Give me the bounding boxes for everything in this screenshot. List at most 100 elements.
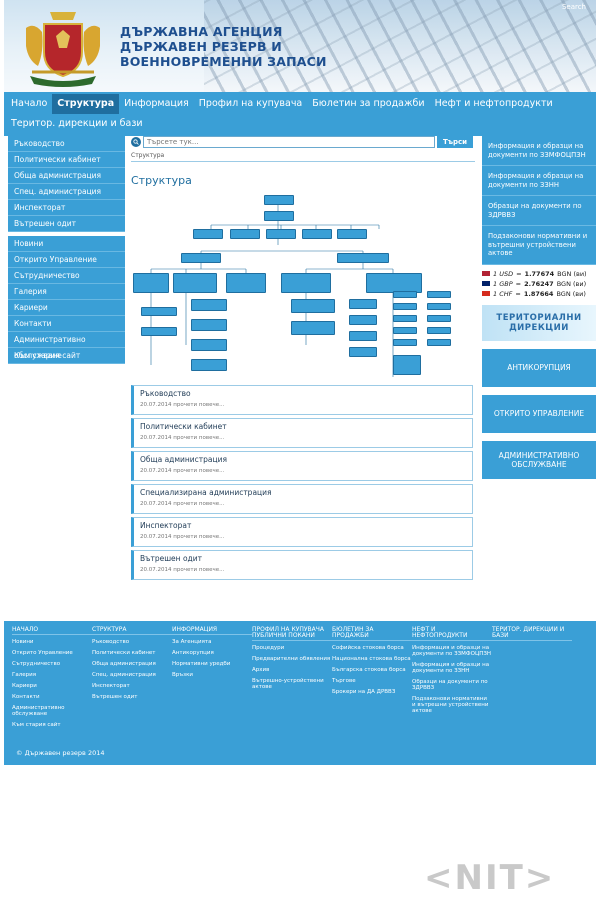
nav-home[interactable]: Начало — [6, 94, 52, 114]
footer-link[interactable]: Ръководство — [92, 639, 172, 645]
footer-link[interactable]: Спец. администрация — [92, 672, 172, 678]
left-item-news[interactable]: Новини — [8, 236, 125, 252]
territorial-directorates-banner[interactable]: ТЕРИТОРИАЛНИ ДИРЕКЦИИ — [482, 304, 596, 341]
footer-link[interactable]: Архив — [252, 667, 332, 673]
footer-col-head[interactable]: Територ. дирекции и бази — [492, 627, 572, 641]
left-item-gallery[interactable]: Галерия — [8, 284, 125, 300]
card-read-more[interactable]: прочети повече... — [173, 501, 224, 507]
left-item-admin-service[interactable]: Административно обслужване — [8, 332, 125, 360]
exchange-rates: 1 USD = 1.77674 BGN (ви) 1 GBP = 2.76247… — [482, 269, 596, 299]
footer-link[interactable]: Политически кабинет — [92, 650, 172, 656]
footer-link[interactable]: Софийска стокова борса — [332, 645, 412, 651]
footer-link[interactable]: Антикорупция — [172, 650, 252, 656]
nav-buyer-profile[interactable]: Профил на купувача — [194, 94, 307, 114]
card-title[interactable]: Вътрешен одит — [140, 554, 466, 563]
right-link-zznn[interactable]: Информация и образци на документи по ЗЗН… — [482, 166, 596, 196]
nav-territorial[interactable]: Територ. дирекции и бази — [6, 114, 148, 134]
nav-oil-products[interactable]: Нефт и нефтопродукти — [430, 94, 558, 114]
footer-link[interactable]: Кариери — [12, 683, 92, 689]
footer-link[interactable]: За Агенцията — [172, 639, 252, 645]
footer-link[interactable]: Сътрудничество — [12, 661, 92, 667]
left-item-audit[interactable]: Вътрешен одит — [8, 216, 125, 232]
card-read-more[interactable]: прочети повече... — [173, 402, 224, 408]
footer-link[interactable]: Открито Управление — [12, 650, 92, 656]
search-button[interactable]: Търси — [437, 136, 473, 148]
footer-link[interactable]: Процедури — [252, 645, 332, 651]
card-read-more[interactable]: прочети повече... — [173, 468, 224, 474]
footer-link[interactable]: Връзки — [172, 672, 252, 678]
footer-link[interactable]: Национална стокова борса — [332, 656, 412, 662]
right-link-zzmfocpzn[interactable]: Информация и образци на документи по ЗЗМ… — [482, 136, 596, 166]
card-general-admin[interactable]: Обща администрация 20.07.2014 прочети по… — [131, 451, 473, 481]
card-special-admin[interactable]: Специализирана администрация 20.07.2014 … — [131, 484, 473, 514]
footer-link[interactable]: Информация и образци на документи по ЗЗН… — [412, 662, 492, 674]
footer-col-head[interactable]: Профил на купувача Публични покани — [252, 627, 332, 641]
footer-link[interactable]: Информация и образци на документи по ЗЗМ… — [412, 645, 492, 657]
footer-link[interactable]: Подзаконови нормативни и вътрешни устрой… — [412, 696, 492, 714]
footer-link[interactable]: Към стария сайт — [12, 722, 92, 728]
footer-link[interactable]: Българска стокова борса — [332, 667, 412, 673]
footer-col-head[interactable]: Информация — [172, 627, 252, 635]
rate-row-usd: 1 USD = 1.77674 BGN (ви) — [482, 269, 596, 279]
banner-line-1: ТЕРИТОРИАЛНИ — [496, 312, 582, 323]
card-audit[interactable]: Вътрешен одит 20.07.2014 прочети повече.… — [131, 550, 473, 580]
left-item-inspectorate[interactable]: Инспекторат — [8, 200, 125, 216]
footer-link[interactable]: Вътрешен одит — [92, 694, 172, 700]
footer-link[interactable]: Брокери на ДА ДРВВЗ — [332, 689, 412, 695]
footer-link[interactable]: Галерия — [12, 672, 92, 678]
card-leadership[interactable]: Ръководство 20.07.2014 прочети повече... — [131, 385, 473, 415]
footer-link[interactable]: Новини — [12, 639, 92, 645]
footer-link[interactable]: Предварителни обявления — [252, 656, 332, 662]
footer-link[interactable]: Контакти — [12, 694, 92, 700]
nav-sales-bulletin[interactable]: Бюлетин за продажби — [307, 94, 429, 114]
card-title[interactable]: Политически кабинет — [140, 422, 466, 431]
left-item-cooperation[interactable]: Сътрудничество — [8, 268, 125, 284]
left-item-old-site[interactable]: Към стария сайт — [8, 348, 125, 364]
org-box-dept-4 — [191, 319, 227, 331]
footer-col-head[interactable]: Нефт и нефтопродукти — [412, 627, 492, 641]
left-item-cabinet[interactable]: Политически кабинет — [8, 152, 125, 168]
top-search-link[interactable]: Search — [562, 3, 586, 11]
right-link-zdrvvz[interactable]: Образци на документи по ЗДРВВЗ — [482, 196, 596, 226]
card-title[interactable]: Ръководство — [140, 389, 466, 398]
right-link-acts[interactable]: Подзаконови нормативни и вътрешни устрой… — [482, 226, 596, 265]
card-read-more[interactable]: прочети повече... — [173, 435, 224, 441]
open-government-button[interactable]: ОТКРИТО УПРАВЛЕНИЕ — [482, 394, 596, 433]
card-read-more[interactable]: прочети повече... — [173, 567, 224, 573]
card-meta: 20.07.2014 прочети повече... — [140, 402, 466, 408]
org-box-dept-8 — [291, 321, 335, 335]
page-title: Структура — [131, 174, 192, 187]
footer-col-head[interactable]: Бюлетин за продажби — [332, 627, 412, 641]
left-item-open-government[interactable]: Открито Управление — [8, 252, 125, 268]
footer-link[interactable]: Образци на документи по ЗДРВВЗ — [412, 679, 492, 691]
card-title[interactable]: Специализирана администрация — [140, 488, 466, 497]
card-title[interactable]: Обща администрация — [140, 455, 466, 464]
footer-col-head[interactable]: Структура — [92, 627, 172, 635]
right-sidebar: Информация и образци на документи по ЗЗМ… — [482, 136, 596, 479]
footer-link[interactable]: Вътрешно-устройствени актове — [252, 678, 332, 690]
search-input[interactable] — [143, 136, 435, 148]
footer-link[interactable]: Нормативни уредби — [172, 661, 252, 667]
left-item-general-admin[interactable]: Обща администрация — [8, 168, 125, 184]
card-cabinet[interactable]: Политически кабинет 20.07.2014 прочети п… — [131, 418, 473, 448]
card-read-more[interactable]: прочети повече... — [173, 534, 224, 540]
card-inspectorate[interactable]: Инспекторат 20.07.2014 прочети повече... — [131, 517, 473, 547]
nav-information[interactable]: Информация — [119, 94, 194, 114]
left-item-careers[interactable]: Кариери — [8, 300, 125, 316]
org-box-special-admin — [337, 253, 389, 263]
breadcrumb[interactable]: Структура — [131, 152, 475, 162]
org-box-chairman — [264, 195, 294, 205]
anticorruption-button[interactable]: АНТИКОРУПЦИЯ — [482, 348, 596, 387]
footer-link[interactable]: Инспекторат — [92, 683, 172, 689]
left-item-special-admin[interactable]: Спец. администрация — [8, 184, 125, 200]
admin-service-button[interactable]: АДМИНИСТРАТИВНО ОБСЛУЖВАНЕ — [482, 440, 596, 479]
card-title[interactable]: Инспекторат — [140, 521, 466, 530]
footer-col-head[interactable]: Начало — [12, 627, 92, 635]
card-date: 20.07.2014 — [140, 435, 172, 441]
footer-link[interactable]: Обща администрация — [92, 661, 172, 667]
footer-link[interactable]: Търгове — [332, 678, 412, 684]
left-item-leadership[interactable]: Ръководство — [8, 136, 125, 152]
nav-structure[interactable]: Структура — [52, 94, 120, 114]
left-item-contacts[interactable]: Контакти — [8, 316, 125, 332]
footer-link[interactable]: Административно обслужване — [12, 705, 92, 717]
